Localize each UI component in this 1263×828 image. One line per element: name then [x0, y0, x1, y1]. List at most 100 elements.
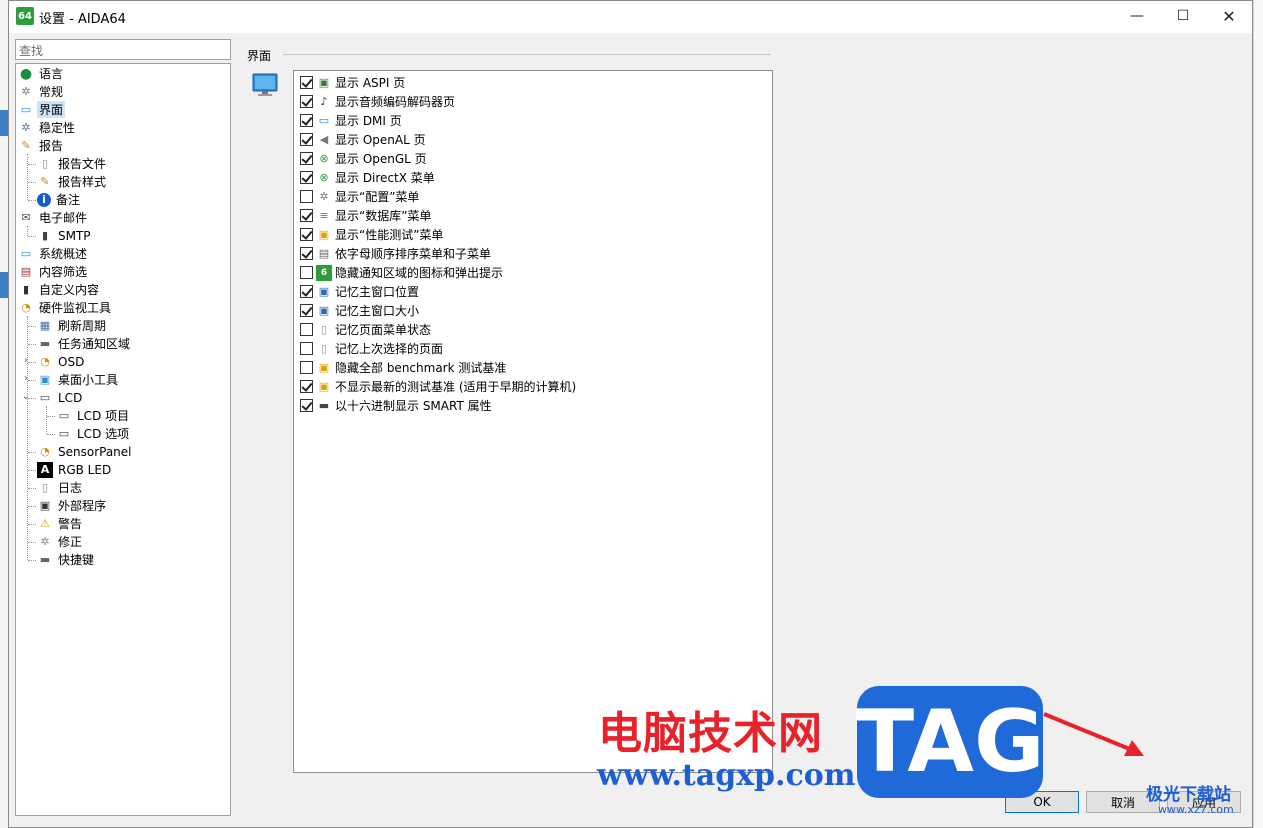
- lcd-icon: ▭: [58, 426, 70, 440]
- option-label: 显示 OpenGL 页: [335, 152, 427, 166]
- tree-item[interactable]: ◔ OSD: [37, 353, 86, 370]
- tree-item[interactable]: ✎ 报告样式: [37, 173, 108, 190]
- option-label: 记忆主窗口大小: [335, 304, 420, 318]
- tree-guide-line: [27, 316, 28, 560]
- option-row[interactable]: ▤ 依字母顺序排序菜单和子菜单: [300, 244, 491, 263]
- tree-item[interactable]: ▬ 快捷键: [37, 551, 96, 568]
- option-row[interactable]: ▯ 记忆页面菜单状态: [300, 320, 431, 339]
- option-label: 显示 OpenAL 页: [335, 133, 426, 147]
- tree-item[interactable]: ✉ 电子邮件: [18, 209, 89, 226]
- option-row[interactable]: ▭ 显示 DMI 页: [300, 111, 402, 130]
- option-checkbox[interactable]: [300, 304, 313, 317]
- tree-item[interactable]: ▦ 刷新周期: [37, 317, 108, 334]
- settings-tree[interactable]: ● 语言 ✲ 常规 ▭ 界面 ✲ 稳定性 ✎ 报告 ▯ 报告文件 ✎ 报告样式 i 备注 ✉ 电子邮件 ▮ SMTP ▭…: [15, 63, 231, 816]
- tree-item[interactable]: ▭ LCD 选项: [56, 425, 131, 442]
- tree-item[interactable]: ▭ LCD: [37, 389, 84, 406]
- option-checkbox[interactable]: [300, 361, 313, 374]
- aida-icon: 6: [316, 264, 332, 281]
- tree-item[interactable]: ✎ 报告: [18, 137, 65, 154]
- option-checkbox[interactable]: [300, 171, 313, 184]
- watermark-site-url: www.xz7.com: [1158, 803, 1234, 816]
- watermark-cn-text: 电脑技术网: [598, 708, 823, 759]
- title-bar: 64 设置 - AIDA64 — ☐ ✕: [9, 1, 1252, 33]
- option-row[interactable]: ▯ 记忆上次选择的页面: [300, 339, 443, 358]
- program-icon: ▣: [39, 498, 51, 512]
- tree-item[interactable]: ▭ 界面: [18, 101, 66, 118]
- tree-item[interactable]: ✲ 修正: [37, 533, 84, 550]
- tree-item[interactable]: ▮ SMTP: [37, 227, 93, 244]
- expand-chevron-icon[interactable]: ›: [21, 374, 31, 384]
- tree-item-label: 电子邮件: [39, 211, 88, 225]
- option-row[interactable]: ▣ 隐藏全部 benchmark 测试基准: [300, 358, 506, 377]
- option-label: 显示“性能测试”菜单: [335, 228, 444, 242]
- tree-item[interactable]: ▭ 系统概述: [18, 245, 89, 262]
- tree-item[interactable]: ⚠ 警告: [37, 515, 84, 532]
- window-title: 设置 - AIDA64: [39, 12, 126, 27]
- option-row[interactable]: ▣ 不显示最新的测试基准 (适用于早期的计算机): [300, 377, 576, 396]
- search-input[interactable]: 查找: [15, 39, 231, 60]
- tree-item[interactable]: ▭ LCD 项目: [56, 407, 131, 424]
- tray-icon: ▬: [39, 336, 51, 350]
- option-row[interactable]: ▣ 记忆主窗口位置: [300, 282, 419, 301]
- tree-connector: [28, 182, 36, 183]
- option-checkbox[interactable]: [300, 209, 313, 222]
- tree-connector: [28, 200, 36, 201]
- option-row[interactable]: ⊗ 显示 OpenGL 页: [300, 149, 427, 168]
- close-button[interactable]: ✕: [1206, 1, 1252, 31]
- lcd-icon: ▭: [39, 390, 51, 404]
- tree-item[interactable]: ✲ 常规: [18, 83, 65, 100]
- option-checkbox[interactable]: [300, 190, 313, 203]
- option-checkbox[interactable]: [300, 266, 313, 279]
- rgb-icon: A: [37, 461, 53, 478]
- option-checkbox[interactable]: [300, 247, 313, 260]
- collapse-chevron-icon[interactable]: ⌄: [21, 392, 31, 402]
- tree-item-label: 稳定性: [39, 121, 76, 135]
- tree-connector: [28, 236, 36, 237]
- tree-item[interactable]: ▣ 桌面小工具: [37, 371, 120, 388]
- option-row[interactable]: 6 隐藏通知区域的图标和弹出提示: [300, 263, 503, 282]
- option-checkbox[interactable]: [300, 133, 313, 146]
- option-row[interactable]: ▬ 以十六进制显示 SMART 属性: [300, 396, 492, 415]
- tree-item[interactable]: ◔ SensorPanel: [37, 443, 134, 460]
- option-row[interactable]: ✲ 显示“配置”菜单: [300, 187, 419, 206]
- gear-icon: ✲: [319, 189, 329, 203]
- option-row[interactable]: ◀ 显示 OpenAL 页: [300, 130, 426, 149]
- minimize-button[interactable]: —: [1114, 1, 1160, 31]
- option-row[interactable]: ▣ 记忆主窗口大小: [300, 301, 419, 320]
- option-row[interactable]: ⊗ 显示 DirectX 菜单: [300, 168, 435, 187]
- tree-item[interactable]: ▣ 外部程序: [37, 497, 108, 514]
- maximize-button[interactable]: ☐: [1160, 1, 1206, 31]
- tree-item[interactable]: ● 语言: [18, 65, 65, 82]
- option-row[interactable]: ♪ 显示音频编码解码器页: [300, 92, 455, 111]
- option-checkbox[interactable]: [300, 76, 313, 89]
- option-row[interactable]: ▣ 显示 ASPI 页: [300, 73, 405, 92]
- tree-item[interactable]: i 备注: [37, 191, 82, 208]
- option-row[interactable]: ▣ 显示“性能测试”菜单: [300, 225, 443, 244]
- gauge-icon: ◔: [40, 354, 50, 368]
- tree-item[interactable]: ◔ 硬件监视工具: [18, 299, 113, 316]
- tree-connector: [28, 542, 36, 543]
- tree-item[interactable]: ▮ 自定义内容: [18, 281, 101, 298]
- option-checkbox[interactable]: [300, 380, 313, 393]
- option-checkbox[interactable]: [300, 285, 313, 298]
- refresh-icon: ▦: [39, 318, 51, 332]
- gauge-icon: ◔: [40, 444, 50, 458]
- option-checkbox[interactable]: [300, 399, 313, 412]
- tree-item[interactable]: ▤ 内容筛选: [18, 263, 89, 280]
- option-checkbox[interactable]: [300, 323, 313, 336]
- tree-item[interactable]: ▬ 任务通知区域: [37, 335, 132, 352]
- option-label: 记忆页面菜单状态: [335, 323, 432, 337]
- option-checkbox[interactable]: [300, 152, 313, 165]
- option-checkbox[interactable]: [300, 228, 313, 241]
- tree-item[interactable]: ▯ 日志: [37, 479, 84, 496]
- option-checkbox[interactable]: [300, 342, 313, 355]
- tree-item[interactable]: ✲ 稳定性: [18, 119, 77, 136]
- option-row[interactable]: ≡ 显示“数据库”菜单: [300, 206, 431, 225]
- option-checkbox[interactable]: [300, 95, 313, 108]
- tree-connector: [47, 416, 55, 417]
- expand-chevron-icon[interactable]: ›: [21, 356, 31, 366]
- tree-item[interactable]: ▯ 报告文件: [37, 155, 108, 172]
- options-list: ▣ 显示 ASPI 页 ♪ 显示音频编码解码器页 ▭ 显示 DMI 页 ◀ 显示 OpenAL…: [293, 70, 773, 773]
- tree-item[interactable]: A RGB LED: [37, 461, 113, 478]
- option-checkbox[interactable]: [300, 114, 313, 127]
